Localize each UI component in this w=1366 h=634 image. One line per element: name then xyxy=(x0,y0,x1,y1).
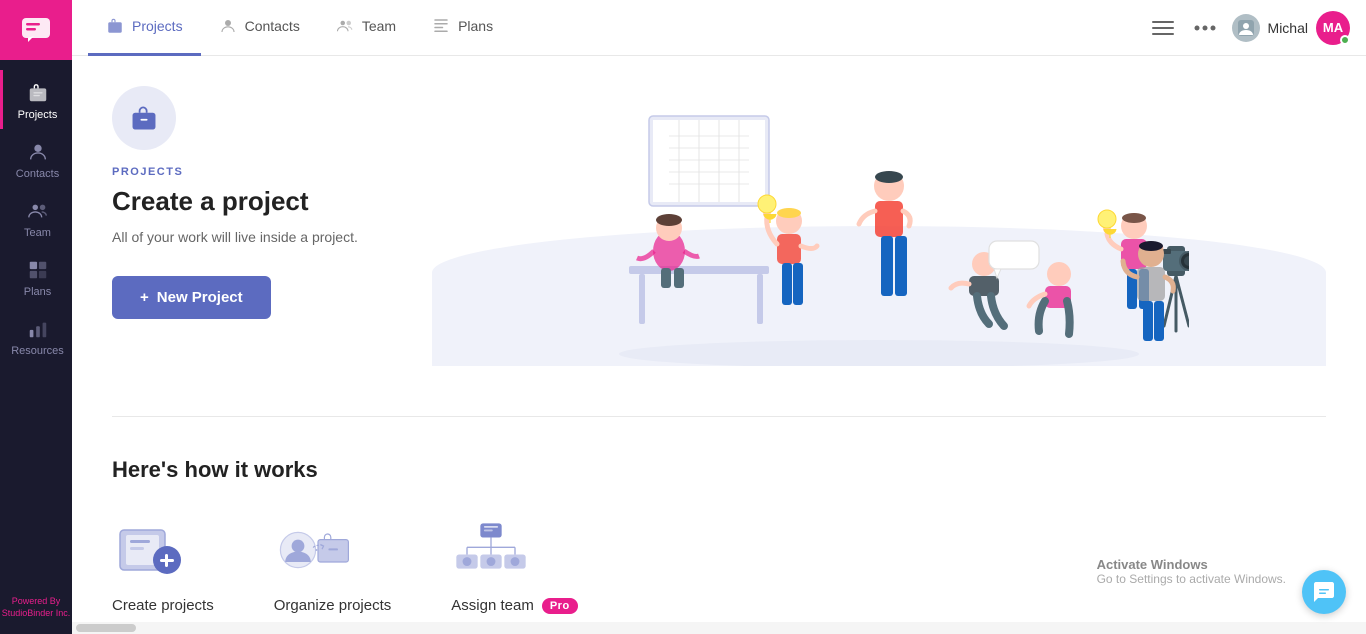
app-logo[interactable] xyxy=(0,0,72,60)
sidebar-footer: Powered By StudioBinder Inc. xyxy=(2,585,71,634)
hero-briefcase-icon-wrap xyxy=(112,86,176,150)
tab-team-label: Team xyxy=(362,18,396,34)
main-content: PROJECTS Create a project All of your wo… xyxy=(72,56,1366,634)
menu-lines-button[interactable] xyxy=(1148,13,1178,43)
tab-team-icon xyxy=(336,17,354,35)
more-options-icon xyxy=(1194,25,1216,31)
sidebar-item-plans[interactable]: Plans xyxy=(0,247,72,306)
new-project-plus: + xyxy=(140,289,149,306)
how-card-assign: Assign team Pro xyxy=(451,515,577,614)
horizontal-scrollbar-thumb[interactable] xyxy=(76,624,136,632)
tab-plans-label: Plans xyxy=(458,18,493,34)
user-name: Michal xyxy=(1268,20,1308,36)
tab-contacts[interactable]: Contacts xyxy=(201,0,318,56)
team-icon xyxy=(27,200,49,222)
tab-projects[interactable]: Projects xyxy=(88,0,201,56)
chat-icon xyxy=(20,14,52,46)
sidebar-nav: Projects Contacts Team xyxy=(0,60,72,585)
new-project-label: New Project xyxy=(157,289,243,306)
sidebar-item-plans-label: Plans xyxy=(24,286,52,298)
more-options-button[interactable] xyxy=(1190,21,1220,35)
tab-contacts-label: Contacts xyxy=(245,18,300,34)
scene-svg xyxy=(569,86,1189,366)
tab-plans[interactable]: Plans xyxy=(414,0,511,56)
organize-projects-icon xyxy=(274,515,354,585)
assign-team-icon xyxy=(451,515,531,585)
create-icon-svg xyxy=(112,515,192,585)
organize-projects-label: Organize projects xyxy=(274,597,392,614)
online-status-dot xyxy=(1340,35,1350,45)
sidebar-item-contacts-label: Contacts xyxy=(16,168,59,180)
sidebar-item-projects-label: Projects xyxy=(18,109,58,121)
how-card-create: Create projects xyxy=(112,515,214,614)
sidebar-item-resources-label: Resources xyxy=(11,345,64,357)
hero-description: All of your work will live inside a proj… xyxy=(112,227,432,248)
user-icon xyxy=(1237,19,1255,37)
footer-powered: Powered By xyxy=(2,595,71,608)
how-card-organize: Organize projects xyxy=(274,515,392,614)
sidebar: Projects Contacts Team xyxy=(0,0,72,634)
hero-section: PROJECTS Create a project All of your wo… xyxy=(72,56,1366,416)
chat-bubble-icon xyxy=(1312,580,1336,604)
hero-left: PROJECTS Create a project All of your wo… xyxy=(112,86,432,319)
horizontal-scrollbar[interactable] xyxy=(72,622,1366,634)
user-area[interactable]: Michal MA xyxy=(1232,11,1350,45)
assign-team-label-row: Assign team Pro xyxy=(451,597,577,614)
create-projects-icon xyxy=(112,515,192,585)
pro-badge: Pro xyxy=(542,598,578,614)
sidebar-item-team-label: Team xyxy=(24,227,51,239)
hero-section-label: PROJECTS xyxy=(112,166,432,178)
hero-illustration xyxy=(432,86,1326,366)
sidebar-item-projects[interactable]: Projects xyxy=(0,70,72,129)
hero-title: Create a project xyxy=(112,186,432,217)
plans-icon xyxy=(27,259,49,281)
tab-plans-icon xyxy=(432,17,450,35)
top-navigation: Projects Contacts Team xyxy=(72,0,1366,56)
sidebar-item-contacts[interactable]: Contacts xyxy=(0,129,72,188)
chat-support-button[interactable] xyxy=(1302,570,1346,614)
how-it-works-section: Here's how it works xyxy=(72,417,1366,634)
menu-lines-icon xyxy=(1152,17,1174,39)
create-projects-label: Create projects xyxy=(112,597,214,614)
briefcase-icon xyxy=(129,103,159,133)
sidebar-item-team[interactable]: Team xyxy=(0,188,72,247)
resources-icon xyxy=(27,318,49,340)
user-square-icon xyxy=(1232,14,1260,42)
sidebar-item-resources[interactable]: Resources xyxy=(0,306,72,365)
organize-icon-svg xyxy=(274,515,354,585)
avatar: MA xyxy=(1316,11,1350,45)
tab-team[interactable]: Team xyxy=(318,0,414,56)
how-cards-container: Create projects xyxy=(112,515,1326,614)
main-area: Projects Contacts Team xyxy=(72,0,1366,634)
avatar-initials: MA xyxy=(1323,20,1343,35)
contacts-icon xyxy=(27,141,49,163)
tab-projects-label: Projects xyxy=(132,18,183,34)
topnav-right: Michal MA xyxy=(1148,11,1350,45)
how-it-works-title: Here's how it works xyxy=(112,457,1326,483)
assign-icon-svg xyxy=(451,515,531,585)
projects-icon xyxy=(27,82,49,104)
new-project-button[interactable]: + New Project xyxy=(112,276,271,319)
assign-team-label: Assign team xyxy=(451,597,534,614)
tab-projects-icon xyxy=(106,17,124,35)
footer-brand: StudioBinder Inc. xyxy=(2,607,71,620)
tab-contacts-icon xyxy=(219,17,237,35)
